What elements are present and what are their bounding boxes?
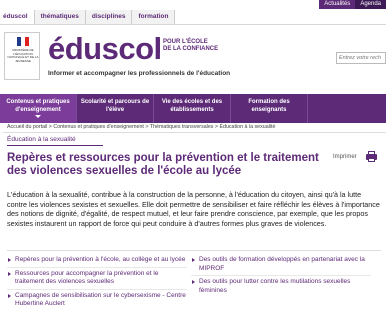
nav-item-vie-ecoles[interactable]: Vie des écoles et des établissements	[154, 94, 231, 123]
list-item[interactable]: Campagnes de sensibilisation sur le cybe…	[7, 292, 187, 311]
search-input[interactable]: Entrez votre rech	[336, 52, 386, 64]
top-right-links: Actualités Agenda	[319, 0, 386, 9]
brand-slogan: POUR L'ÉCOLE DE LA CONFIANCE	[158, 39, 218, 53]
ministry-text: MINISTÈRE DE L'ÉDUCATION NATIONALE ET DE…	[7, 48, 39, 63]
printer-icon[interactable]	[366, 151, 377, 162]
nav-item-label: Scolarité et parcours de l'élève	[80, 99, 150, 113]
list-item[interactable]: Des outils de formation développés en pa…	[191, 256, 371, 276]
nav-item-label: Formation des enseignants	[248, 99, 290, 113]
links-list-right: Des outils de formation développés en pa…	[191, 256, 371, 299]
brand-slogan-line: POUR L'ÉCOLE	[163, 39, 208, 45]
top-bar: éduscol thématiques disciplines formatio…	[0, 0, 386, 25]
ministry-logo[interactable]: MINISTÈRE DE L'ÉDUCATION NATIONALE ET DE…	[4, 32, 40, 80]
tab-eduscol[interactable]: éduscol	[0, 10, 35, 24]
chevron-down-icon	[35, 115, 41, 118]
main-nav: Contenus et pratiques d'enseignement Sco…	[0, 94, 386, 123]
divider	[7, 145, 103, 146]
divider	[3, 132, 386, 133]
divider	[7, 250, 381, 251]
section-tag[interactable]: Éducation à la sexualité	[7, 136, 76, 143]
nav-item-formation[interactable]: Formation des enseignants	[231, 94, 308, 123]
nav-item-label: Vie des écoles et des établissements	[161, 99, 223, 113]
nav-item-contenus[interactable]: Contenus et pratiques d'enseignement	[0, 94, 77, 123]
nav-item-empty[interactable]	[308, 94, 385, 123]
tab-disciplines[interactable]: disciplines	[85, 10, 133, 24]
agenda-link[interactable]: Agenda	[355, 0, 386, 9]
list-item[interactable]: Repères pour la prévention à l'école, au…	[7, 256, 187, 268]
intro-paragraph: L'éducation à la sexualité, contribue à …	[7, 190, 380, 228]
tagline: Informer et accompagner les professionne…	[48, 70, 231, 77]
list-item[interactable]: Des outils pour lutter contre les mutila…	[191, 278, 371, 297]
breadcrumb[interactable]: Accueil du portail > Contenus et pratiqu…	[7, 124, 275, 130]
actualites-link[interactable]: Actualités	[319, 0, 356, 9]
tab-formation[interactable]: formation	[132, 10, 176, 24]
page-title: Repères et ressources pour la prévention…	[7, 152, 319, 177]
tab-thematiques[interactable]: thématiques	[34, 10, 86, 24]
list-item[interactable]: Ressources pour accompagner la préventio…	[7, 270, 187, 290]
site-header: MINISTÈRE DE L'ÉDUCATION NATIONALE ET DE…	[0, 26, 386, 94]
flag-icon	[17, 37, 29, 46]
site-tabs: éduscol thématiques disciplines formatio…	[0, 10, 176, 24]
nav-item-scolarite[interactable]: Scolarité et parcours de l'élève	[77, 94, 154, 123]
brand-slogan-line: DE LA CONFIANCE	[163, 46, 219, 52]
brand-logo[interactable]: éduscol	[48, 33, 162, 64]
nav-item-label: Contenus et pratiques d'enseignement	[6, 99, 70, 113]
links-list-left: Repères pour la prévention à l'école, au…	[7, 256, 187, 313]
print-label[interactable]: Imprimer	[333, 154, 357, 160]
